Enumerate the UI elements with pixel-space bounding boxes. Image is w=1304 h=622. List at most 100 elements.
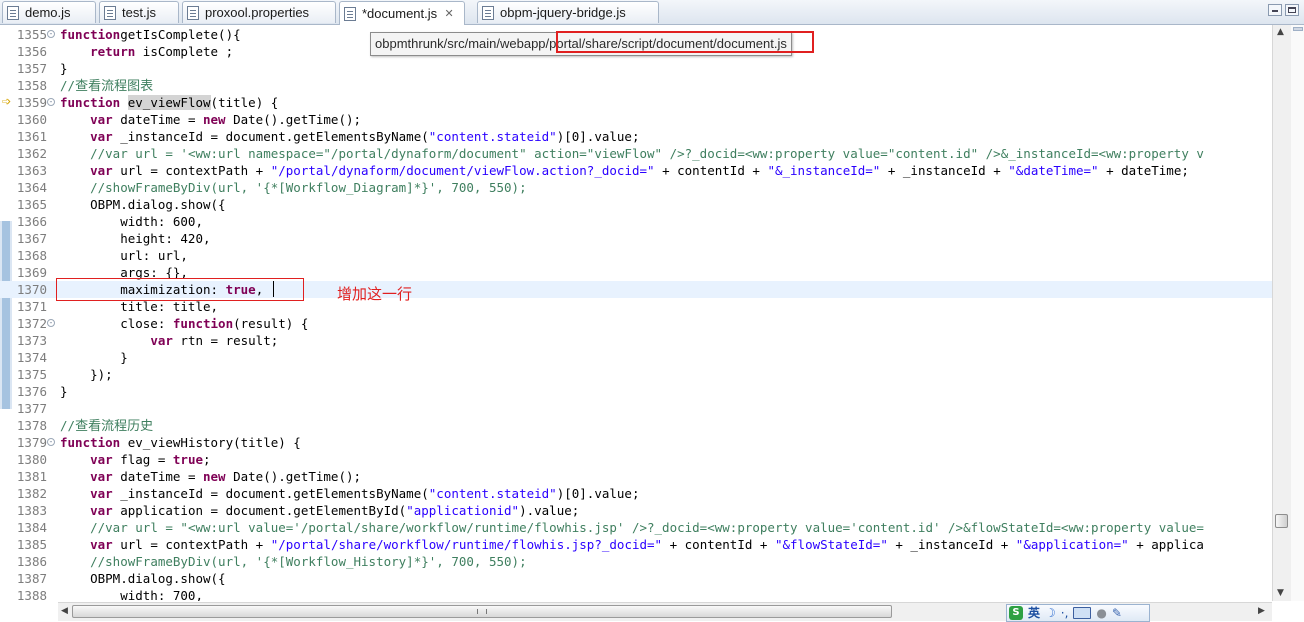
code-line[interactable]: 1358 //查看流程图表 <box>0 77 1272 94</box>
code-line[interactable]: 1387 OBPM.dialog.show({ <box>0 570 1272 587</box>
code-line[interactable]: 1385 var url = contextPath + "/portal/sh… <box>0 536 1272 553</box>
override-arrow-icon[interactable]: ➩ <box>2 96 12 107</box>
code-token: "applicationid" <box>406 503 520 518</box>
code-line[interactable]: 1381 var dateTime = new Date().getTime()… <box>0 468 1272 485</box>
settings-wrench-icon[interactable]: ✎ <box>1112 606 1122 620</box>
code-token: var <box>90 163 113 178</box>
ime-logo-icon[interactable]: S <box>1009 606 1023 620</box>
line-number: 1370 <box>16 282 47 297</box>
tab-document-js[interactable]: *document.js ✕ <box>339 1 465 25</box>
tab-label: demo.js <box>25 5 71 20</box>
tab-test-js[interactable]: test.js <box>99 1 179 23</box>
fold-toggle-icon[interactable]: - <box>47 30 55 38</box>
code-token: _instanceId = document.getElementsByName… <box>112 486 429 501</box>
punctuation-mode-icon[interactable]: ·, <box>1061 606 1069 620</box>
code-token: getIsComplete(){ <box>120 27 241 42</box>
close-tab-icon[interactable]: ✕ <box>443 8 455 20</box>
code-line[interactable]: 1388 width: 700, <box>0 587 1272 601</box>
code-token: //showFrameByDiv(url, '{*[Workflow_Histo… <box>90 554 527 569</box>
code-token: "content.stateid" <box>428 486 557 501</box>
horizontal-scroll-thumb[interactable] <box>72 605 892 618</box>
code-token: // <box>60 418 76 433</box>
line-number: 1357 <box>16 61 47 76</box>
ime-toolbar[interactable]: S 英 ☽ ·, ● ✎ <box>1006 604 1150 622</box>
code-line[interactable]: 1384 //var url = "<ww:url value='/portal… <box>0 519 1272 536</box>
minimize-button[interactable] <box>1268 4 1282 16</box>
vertical-scroll-thumb[interactable] <box>1275 514 1288 528</box>
tooltip-path-prefix: obpmthrunk/src/main/webapp/ <box>375 36 550 51</box>
tab-proxool-properties[interactable]: proxool.properties <box>182 1 336 23</box>
code-line[interactable]: 1382 var _instanceId = document.getEleme… <box>0 485 1272 502</box>
code-token: + contentId + <box>662 537 775 552</box>
code-line[interactable]: 1386 //showFrameByDiv(url, '{*[Workflow_… <box>0 553 1272 570</box>
tab-demo-js[interactable]: demo.js <box>2 1 96 23</box>
code-line[interactable]: 1363 var url = contextPath + "/portal/dy… <box>0 162 1272 179</box>
code-line[interactable]: 1374 } <box>0 349 1272 366</box>
line-number: 1374 <box>16 350 47 365</box>
code-line[interactable]: 1373 var rtn = result; <box>0 332 1272 349</box>
code-line[interactable]: 1362 //var url = '<ww:url namespace="/po… <box>0 145 1272 162</box>
fold-toggle-icon[interactable]: - <box>47 319 55 327</box>
overview-ruler-marker[interactable] <box>1293 27 1303 31</box>
code-line[interactable]: 1380 var flag = true; <box>0 451 1272 468</box>
overview-ruler[interactable] <box>1291 25 1304 601</box>
code-token: (title) { <box>210 95 279 110</box>
line-number: 1376 <box>16 384 47 399</box>
scroll-down-arrow-icon[interactable]: ▼ <box>1277 588 1284 598</box>
code-line[interactable]: 1368 url: url, <box>0 247 1272 264</box>
scroll-up-arrow-icon[interactable]: ▲ <box>1277 27 1284 37</box>
code-token: true <box>172 452 204 467</box>
code-token: _instanceId = document.getElementsByName… <box>112 129 429 144</box>
line-number: 1372 <box>16 316 47 331</box>
code-line[interactable]: 1383 var application = document.getEleme… <box>0 502 1272 519</box>
code-line[interactable]: 1360 var dateTime = new Date().getTime()… <box>0 111 1272 128</box>
code-token: "&application=" <box>1015 537 1129 552</box>
code-line[interactable]: 1366 width: 600, <box>0 213 1272 230</box>
code-editor[interactable]: 1355- functiongetIsComplete(){1356 return… <box>0 25 1272 601</box>
scroll-left-arrow-icon[interactable]: ◀ <box>61 606 68 616</box>
code-token: function <box>60 95 121 110</box>
code-line[interactable]: 1376} <box>0 383 1272 400</box>
soft-keyboard-icon[interactable] <box>1073 607 1092 619</box>
code-token: Date().getTime(); <box>225 469 362 484</box>
code-line[interactable]: 1367 height: 420, <box>0 230 1272 247</box>
vertical-scrollbar[interactable]: ▲ ▼ <box>1272 25 1291 601</box>
js-file-icon <box>482 5 494 20</box>
code-token: }); <box>60 367 113 382</box>
code-line[interactable]: 1361 var _instanceId = document.getEleme… <box>0 128 1272 145</box>
code-line[interactable]: 1357} <box>0 60 1272 77</box>
code-token: new <box>203 469 226 484</box>
code-line[interactable]: 1377 <box>0 400 1272 417</box>
maximize-button[interactable] <box>1285 4 1299 16</box>
code-line[interactable]: 1364 //showFrameByDiv(url, '{*[Workflow_… <box>0 179 1272 196</box>
code-line[interactable]: 1365 OBPM.dialog.show({ <box>0 196 1272 213</box>
code-token: url = contextPath + <box>112 163 271 178</box>
code-text: OBPM.dialog.show({ <box>60 196 226 213</box>
half-width-moon-icon[interactable]: ☽ <box>1045 606 1056 620</box>
code-token: flag = <box>112 452 173 467</box>
line-number: 1383 <box>16 503 47 518</box>
code-text: }); <box>60 366 113 383</box>
added-line-highlight-box <box>56 278 304 301</box>
code-token: rtn = result; <box>172 333 279 348</box>
user-icon[interactable]: ● <box>1096 606 1106 620</box>
code-token: OBPM.dialog.show({ <box>60 197 226 212</box>
code-line[interactable]: 1375 }); <box>0 366 1272 383</box>
code-line[interactable]: 1378 //查看流程历史 <box>0 417 1272 434</box>
scroll-right-arrow-icon[interactable]: ▶ <box>1258 606 1265 616</box>
ime-language-toggle[interactable]: 英 <box>1028 606 1040 620</box>
tab-obpm-jquery-bridge-js[interactable]: obpm-jquery-bridge.js <box>477 1 659 23</box>
code-line[interactable]: 1372- close: function(result) { <box>0 315 1272 332</box>
fold-toggle-icon[interactable]: - <box>47 98 55 106</box>
line-number: 1355 <box>16 27 47 42</box>
code-line[interactable]: 1379- function ev_viewHistory(title) { <box>0 434 1272 451</box>
code-token: function <box>60 27 121 42</box>
code-token: OBPM.dialog.show({ <box>60 571 226 586</box>
code-line[interactable]: ➩ 1359- function ev_viewFlow(title) { <box>0 94 1272 111</box>
fold-toggle-icon[interactable]: - <box>47 438 55 446</box>
code-token: application = document.getElementById( <box>112 503 407 518</box>
line-number: 1368 <box>16 248 47 263</box>
